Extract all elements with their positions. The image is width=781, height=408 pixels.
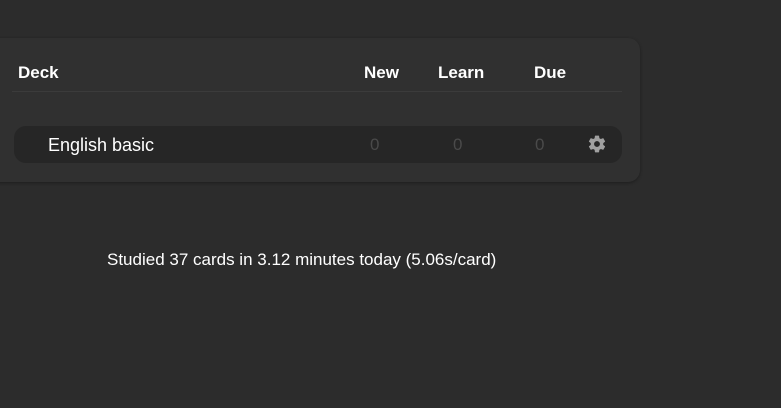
header-divider	[12, 91, 622, 92]
learn-column-header: Learn	[438, 63, 485, 82]
deck-list-panel: Deck New Learn Due English basic 0 0 0	[0, 38, 640, 182]
new-column-header: New	[364, 63, 399, 82]
due-column-header: Due	[534, 63, 567, 82]
deck-column-header: Deck	[18, 63, 59, 82]
gear-icon[interactable]	[587, 134, 607, 154]
learn-count: 0	[453, 135, 463, 154]
new-count: 0	[370, 135, 380, 154]
study-stats-summary: Studied 37 cards in 3.12 minutes today (…	[107, 250, 497, 269]
deck-row-english-basic[interactable]: English basic 0 0 0	[14, 126, 622, 163]
deck-list-header: Deck New Learn Due	[0, 38, 640, 91]
due-count: 0	[535, 135, 545, 154]
deck-name-link[interactable]: English basic	[48, 135, 154, 155]
